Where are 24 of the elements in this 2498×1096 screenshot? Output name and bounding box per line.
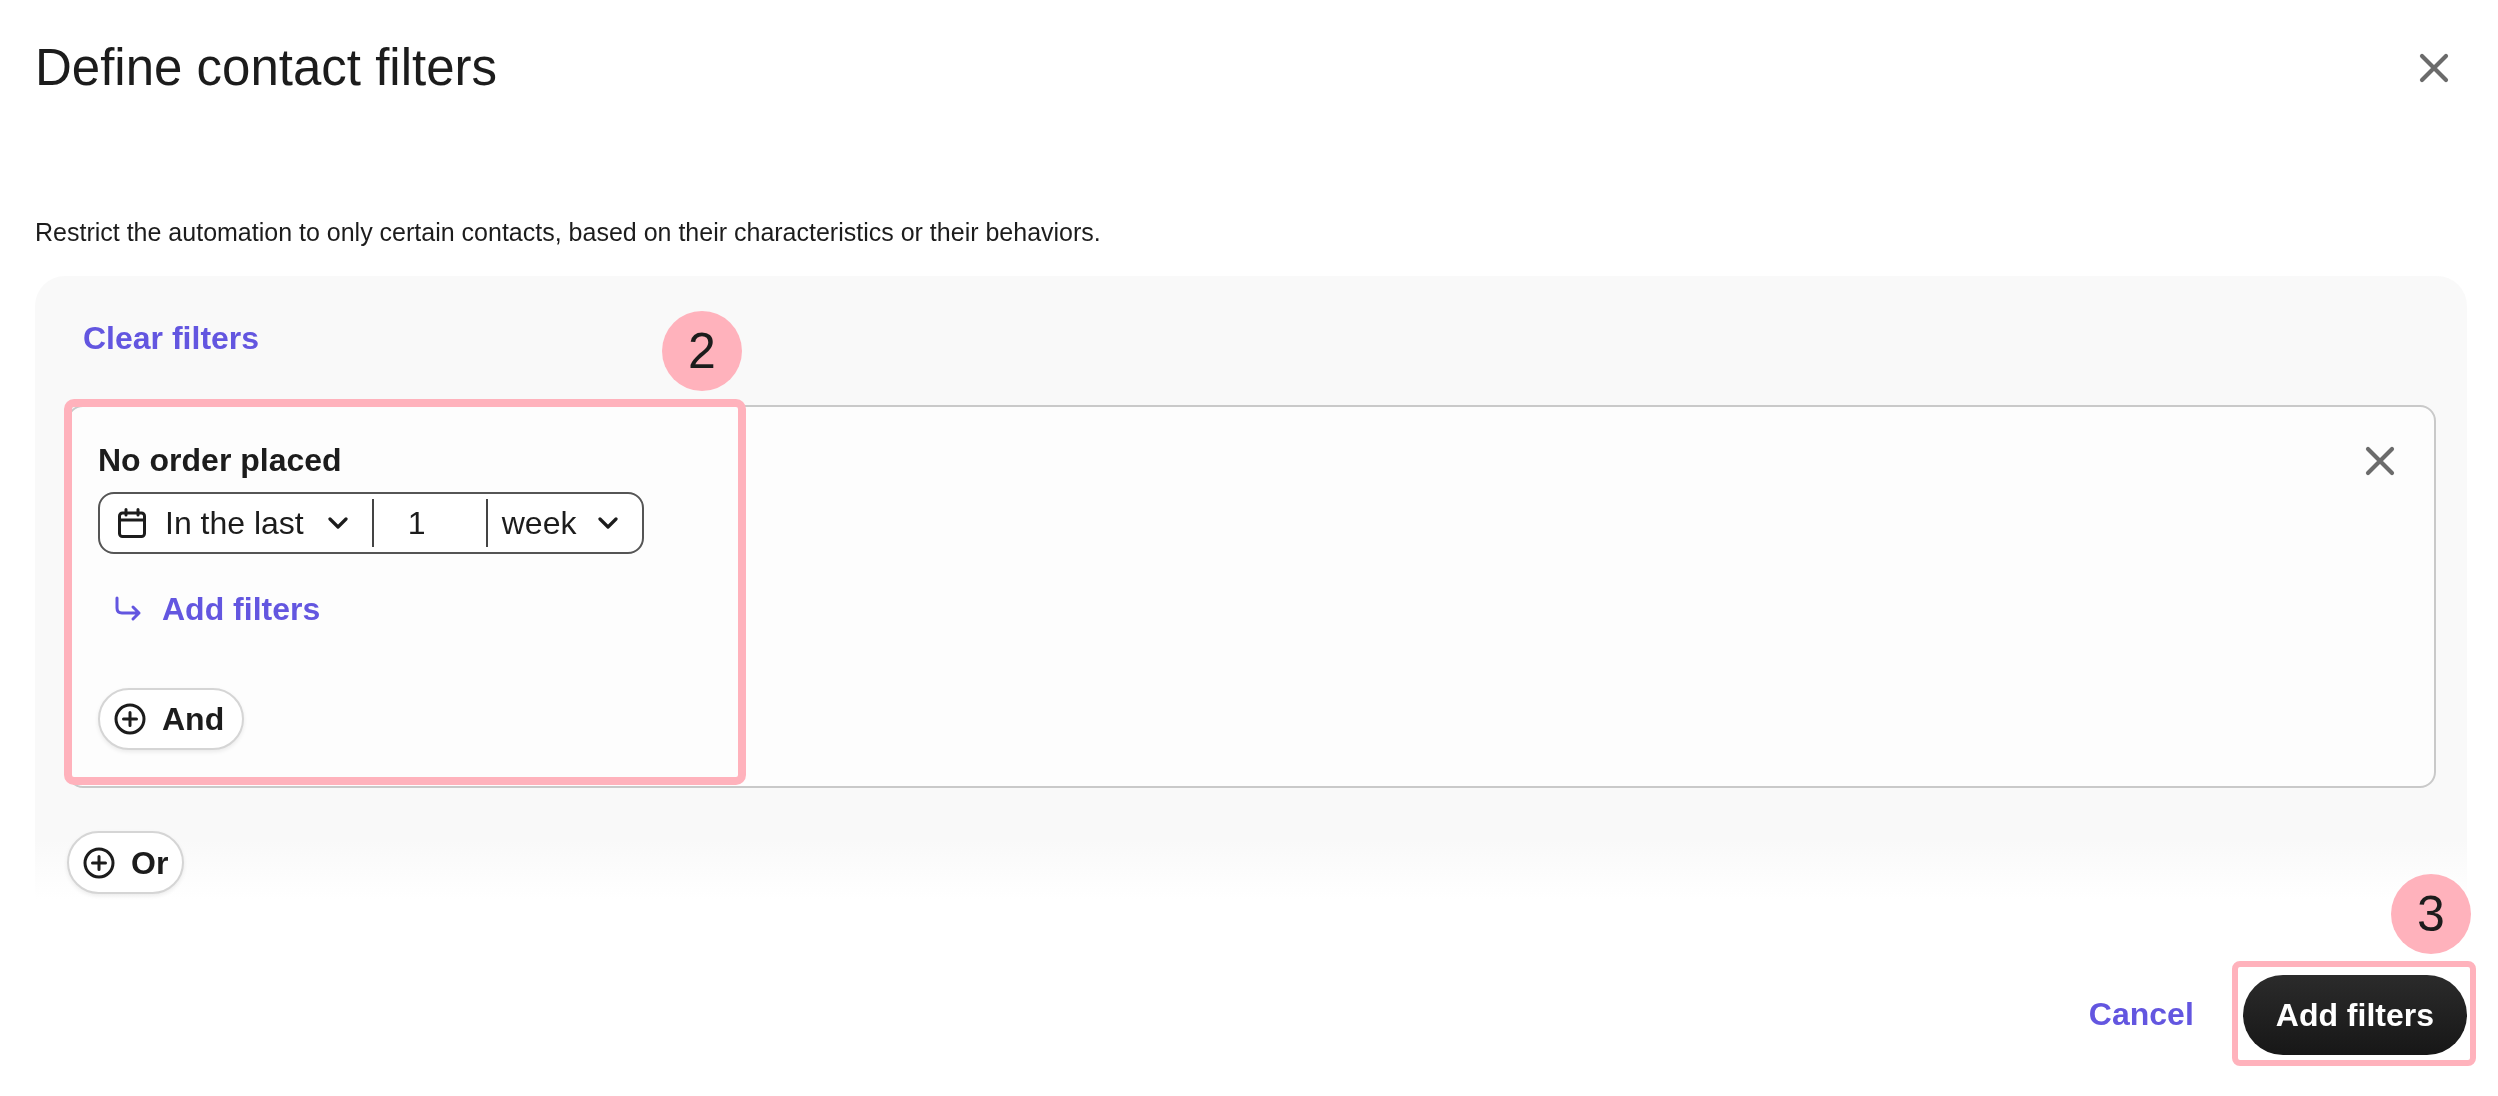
operator-dropdown[interactable]: In the last xyxy=(100,494,372,552)
close-button[interactable] xyxy=(2419,53,2449,83)
and-button[interactable]: And xyxy=(98,688,245,750)
chevron-down-icon xyxy=(327,517,348,529)
chevron-down-icon xyxy=(598,517,619,529)
step-number-badge: 2 xyxy=(662,311,742,391)
calendar-icon xyxy=(118,508,146,538)
dialog-description: Restrict the automation to only certain contacts, based on their characteristics or their behaviors. xyxy=(35,217,1101,247)
remove-group-button[interactable] xyxy=(2365,446,2395,476)
or-button[interactable]: Or xyxy=(67,831,185,894)
dialog-title: Define contact filters xyxy=(35,40,498,96)
add-filters-button[interactable]: Add filters xyxy=(2242,975,2467,1055)
amount-input[interactable]: 1 xyxy=(373,494,486,552)
unit-dropdown[interactable]: week xyxy=(487,494,643,552)
plus-circle-icon xyxy=(83,846,115,879)
add-filters-link[interactable]: Add filters xyxy=(114,590,321,628)
condition-title: No order placed xyxy=(98,441,342,479)
clear-filters-link[interactable]: Clear filters xyxy=(83,319,260,357)
close-icon xyxy=(2419,53,2449,83)
step-number-badge: 3 xyxy=(2391,874,2471,954)
plus-circle-icon xyxy=(114,703,146,735)
close-icon xyxy=(2365,446,2395,476)
return-arrow-icon xyxy=(114,596,142,622)
cancel-link[interactable]: Cancel xyxy=(2088,994,2194,1033)
